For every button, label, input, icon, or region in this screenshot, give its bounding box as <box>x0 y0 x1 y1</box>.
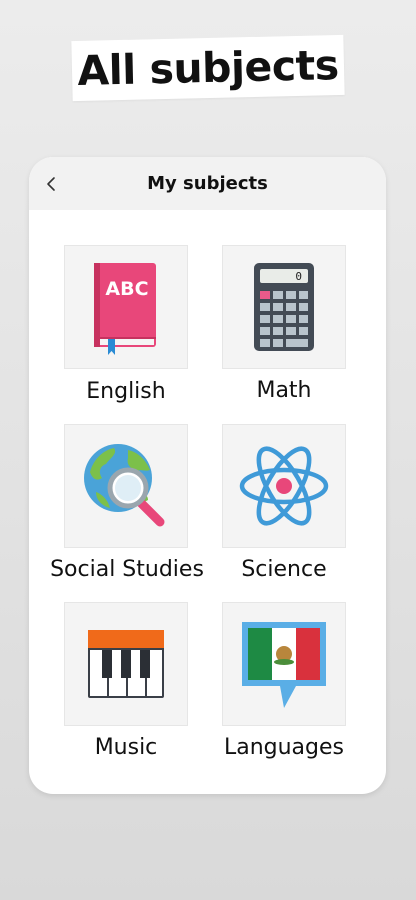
subject-tile <box>222 424 346 548</box>
calculator-icon: 0 <box>254 263 314 351</box>
book-abc-icon: ABC <box>94 263 156 355</box>
hero-title-banner: All subjects <box>71 34 345 102</box>
chevron-left-icon <box>47 177 55 191</box>
subjects-card: My subjects ABC English 0 Math Social St… <box>29 157 386 794</box>
subject-label: Music <box>94 735 158 760</box>
hero-title: All subjects <box>76 41 340 95</box>
subject-label: Languages <box>223 735 345 760</box>
card-header: My subjects <box>29 157 386 210</box>
card-title: My subjects <box>147 173 268 194</box>
subject-label: English <box>86 379 166 404</box>
mexico-flag-speech-bubble-icon <box>242 622 326 708</box>
book-abc-text: ABC <box>105 278 148 300</box>
back-button[interactable] <box>37 170 65 198</box>
calculator-display-value: 0 <box>295 270 302 283</box>
subject-label: Math <box>256 378 312 403</box>
piano-keys-icon <box>88 630 164 698</box>
subject-tile <box>222 602 346 726</box>
subject-tile <box>64 424 188 548</box>
subject-tile: ABC <box>64 245 188 369</box>
subject-tile: 0 <box>222 245 346 369</box>
subject-label: Social Studies <box>50 557 204 582</box>
subject-tile <box>64 602 188 726</box>
subject-label: Science <box>241 557 327 582</box>
globe-magnifier-icon <box>84 444 165 527</box>
atom-icon <box>239 446 329 526</box>
